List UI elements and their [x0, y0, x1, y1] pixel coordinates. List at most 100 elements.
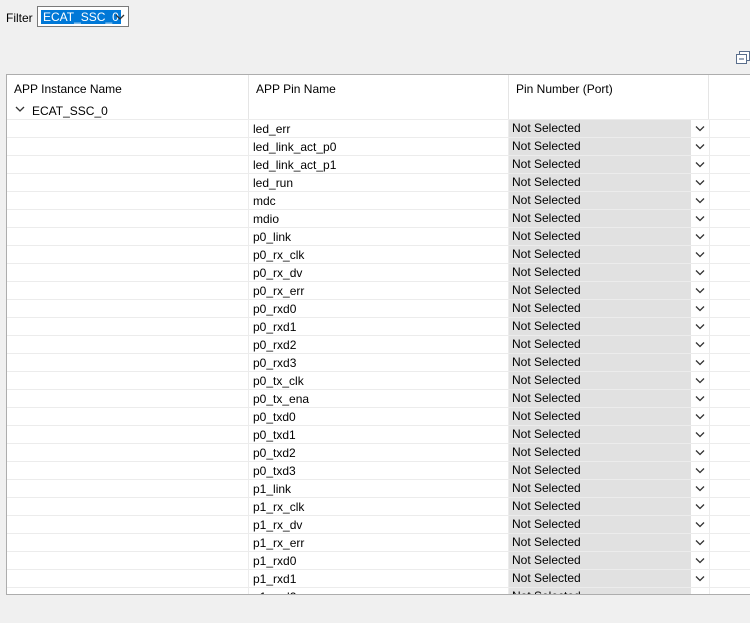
- pin-number-select[interactable]: Not Selected: [509, 588, 691, 594]
- pin-number-select[interactable]: Not Selected: [509, 480, 691, 497]
- table-row[interactable]: p1_rxd0 Not Selected: [7, 551, 750, 569]
- tree-group-row[interactable]: ECAT_SSC_0: [7, 101, 249, 119]
- table-row[interactable]: p1_rx_err Not Selected: [7, 533, 750, 551]
- empty-cell: [709, 300, 750, 317]
- column-header-pin-name[interactable]: APP Pin Name: [249, 75, 509, 119]
- pin-number-select[interactable]: Not Selected: [509, 282, 691, 299]
- pin-number-select[interactable]: Not Selected: [509, 174, 691, 191]
- pin-name: p0_rxd3: [253, 356, 297, 370]
- pin-name: p0_rx_dv: [253, 266, 303, 280]
- pin-number-dropdown-button[interactable]: [691, 390, 709, 407]
- table-row[interactable]: p0_tx_ena Not Selected: [7, 389, 750, 407]
- pin-number-select[interactable]: Not Selected: [509, 246, 691, 263]
- chevron-down-icon: [695, 288, 705, 294]
- pin-number-dropdown-button[interactable]: [691, 336, 709, 353]
- table-row[interactable]: p0_txd3 Not Selected: [7, 461, 750, 479]
- pin-number-dropdown-button[interactable]: [691, 192, 709, 209]
- table-row[interactable]: p0_txd2 Not Selected: [7, 443, 750, 461]
- table-row[interactable]: p0_rx_dv Not Selected: [7, 263, 750, 281]
- pin-number-dropdown-button[interactable]: [691, 534, 709, 551]
- table-row[interactable]: led_link_act_p0 Not Selected: [7, 137, 750, 155]
- table-row[interactable]: p0_rxd2 Not Selected: [7, 335, 750, 353]
- pin-number-select[interactable]: Not Selected: [509, 372, 691, 389]
- pin-number-dropdown-button[interactable]: [691, 354, 709, 371]
- empty-cell: [709, 246, 750, 263]
- pin-number-select[interactable]: Not Selected: [509, 534, 691, 551]
- pin-number-select[interactable]: Not Selected: [509, 570, 691, 587]
- pin-number-dropdown-button[interactable]: [691, 516, 709, 533]
- table-row[interactable]: p0_link Not Selected: [7, 227, 750, 245]
- pin-number-select[interactable]: Not Selected: [509, 516, 691, 533]
- empty-cell: [709, 282, 750, 299]
- pin-number-dropdown-button[interactable]: [691, 570, 709, 587]
- pin-number-dropdown-button[interactable]: [691, 318, 709, 335]
- pin-number-dropdown-button[interactable]: [691, 498, 709, 515]
- pin-number-select[interactable]: Not Selected: [509, 192, 691, 209]
- pin-number-select[interactable]: Not Selected: [509, 210, 691, 227]
- column-header-pin-number[interactable]: Pin Number (Port): [509, 75, 709, 119]
- table-row[interactable]: p0_rxd0 Not Selected: [7, 299, 750, 317]
- pin-number-dropdown-button[interactable]: [691, 588, 709, 594]
- empty-cell: [709, 552, 750, 569]
- pin-number-dropdown-button[interactable]: [691, 156, 709, 173]
- pin-number-select[interactable]: Not Selected: [509, 498, 691, 515]
- table-row[interactable]: p0_rxd3 Not Selected: [7, 353, 750, 371]
- pin-number-select[interactable]: Not Selected: [509, 300, 691, 317]
- empty-cell: [709, 498, 750, 515]
- collapse-all-icon[interactable]: [736, 51, 750, 64]
- pin-number-dropdown-button[interactable]: [691, 174, 709, 191]
- pin-number-select[interactable]: Not Selected: [509, 156, 691, 173]
- pin-number-dropdown-button[interactable]: [691, 300, 709, 317]
- table-row[interactable]: p0_rx_err Not Selected: [7, 281, 750, 299]
- pin-number-dropdown-button[interactable]: [691, 426, 709, 443]
- pin-number-dropdown-button[interactable]: [691, 210, 709, 227]
- pin-number-select[interactable]: Not Selected: [509, 354, 691, 371]
- table-row[interactable]: mdio Not Selected: [7, 209, 750, 227]
- table-row[interactable]: p1_rxd2 Not Selected: [7, 587, 750, 594]
- table-row[interactable]: p1_link Not Selected: [7, 479, 750, 497]
- table-row[interactable]: mdc Not Selected: [7, 191, 750, 209]
- table-row[interactable]: p1_rxd1 Not Selected: [7, 569, 750, 587]
- pin-number-dropdown-button[interactable]: [691, 264, 709, 281]
- table-row[interactable]: led_run Not Selected: [7, 173, 750, 191]
- pin-number-select[interactable]: Not Selected: [509, 426, 691, 443]
- pin-number-dropdown-button[interactable]: [691, 480, 709, 497]
- pin-number-select[interactable]: Not Selected: [509, 462, 691, 479]
- pin-number-select[interactable]: Not Selected: [509, 552, 691, 569]
- pin-number-select[interactable]: Not Selected: [509, 264, 691, 281]
- pin-number-select[interactable]: Not Selected: [509, 390, 691, 407]
- table-row[interactable]: p0_txd1 Not Selected: [7, 425, 750, 443]
- pin-number-value: Not Selected: [512, 247, 581, 261]
- pin-number-dropdown-button[interactable]: [691, 372, 709, 389]
- table-row[interactable]: p0_txd0 Not Selected: [7, 407, 750, 425]
- pin-number-dropdown-button[interactable]: [691, 408, 709, 425]
- filter-dropdown[interactable]: ECAT_SSC_0: [37, 6, 129, 27]
- table-row[interactable]: p1_rx_clk Not Selected: [7, 497, 750, 515]
- chevron-down-icon: [695, 396, 705, 402]
- pin-number-dropdown-button[interactable]: [691, 444, 709, 461]
- pin-number-select[interactable]: Not Selected: [509, 408, 691, 425]
- chevron-down-icon: [695, 342, 705, 348]
- pin-number-select[interactable]: Not Selected: [509, 228, 691, 245]
- pin-number-dropdown-button[interactable]: [691, 228, 709, 245]
- chevron-down-icon[interactable]: [15, 105, 25, 113]
- table-row[interactable]: led_err Not Selected: [7, 119, 750, 137]
- table-row[interactable]: p0_rxd1 Not Selected: [7, 317, 750, 335]
- table-row[interactable]: led_link_act_p1 Not Selected: [7, 155, 750, 173]
- table-row[interactable]: p1_rx_dv Not Selected: [7, 515, 750, 533]
- pin-number-dropdown-button[interactable]: [691, 120, 709, 137]
- pin-number-dropdown-button[interactable]: [691, 462, 709, 479]
- table-row[interactable]: p0_tx_clk Not Selected: [7, 371, 750, 389]
- pin-number-dropdown-button[interactable]: [691, 138, 709, 155]
- pin-number-dropdown-button[interactable]: [691, 552, 709, 569]
- pin-number-select[interactable]: Not Selected: [509, 138, 691, 155]
- instance-cell: [7, 444, 249, 461]
- pin-number-select[interactable]: Not Selected: [509, 120, 691, 137]
- pin-name: p1_rx_clk: [253, 500, 305, 514]
- pin-number-dropdown-button[interactable]: [691, 282, 709, 299]
- pin-number-select[interactable]: Not Selected: [509, 444, 691, 461]
- pin-number-select[interactable]: Not Selected: [509, 318, 691, 335]
- table-row[interactable]: p0_rx_clk Not Selected: [7, 245, 750, 263]
- pin-number-dropdown-button[interactable]: [691, 246, 709, 263]
- pin-number-select[interactable]: Not Selected: [509, 336, 691, 353]
